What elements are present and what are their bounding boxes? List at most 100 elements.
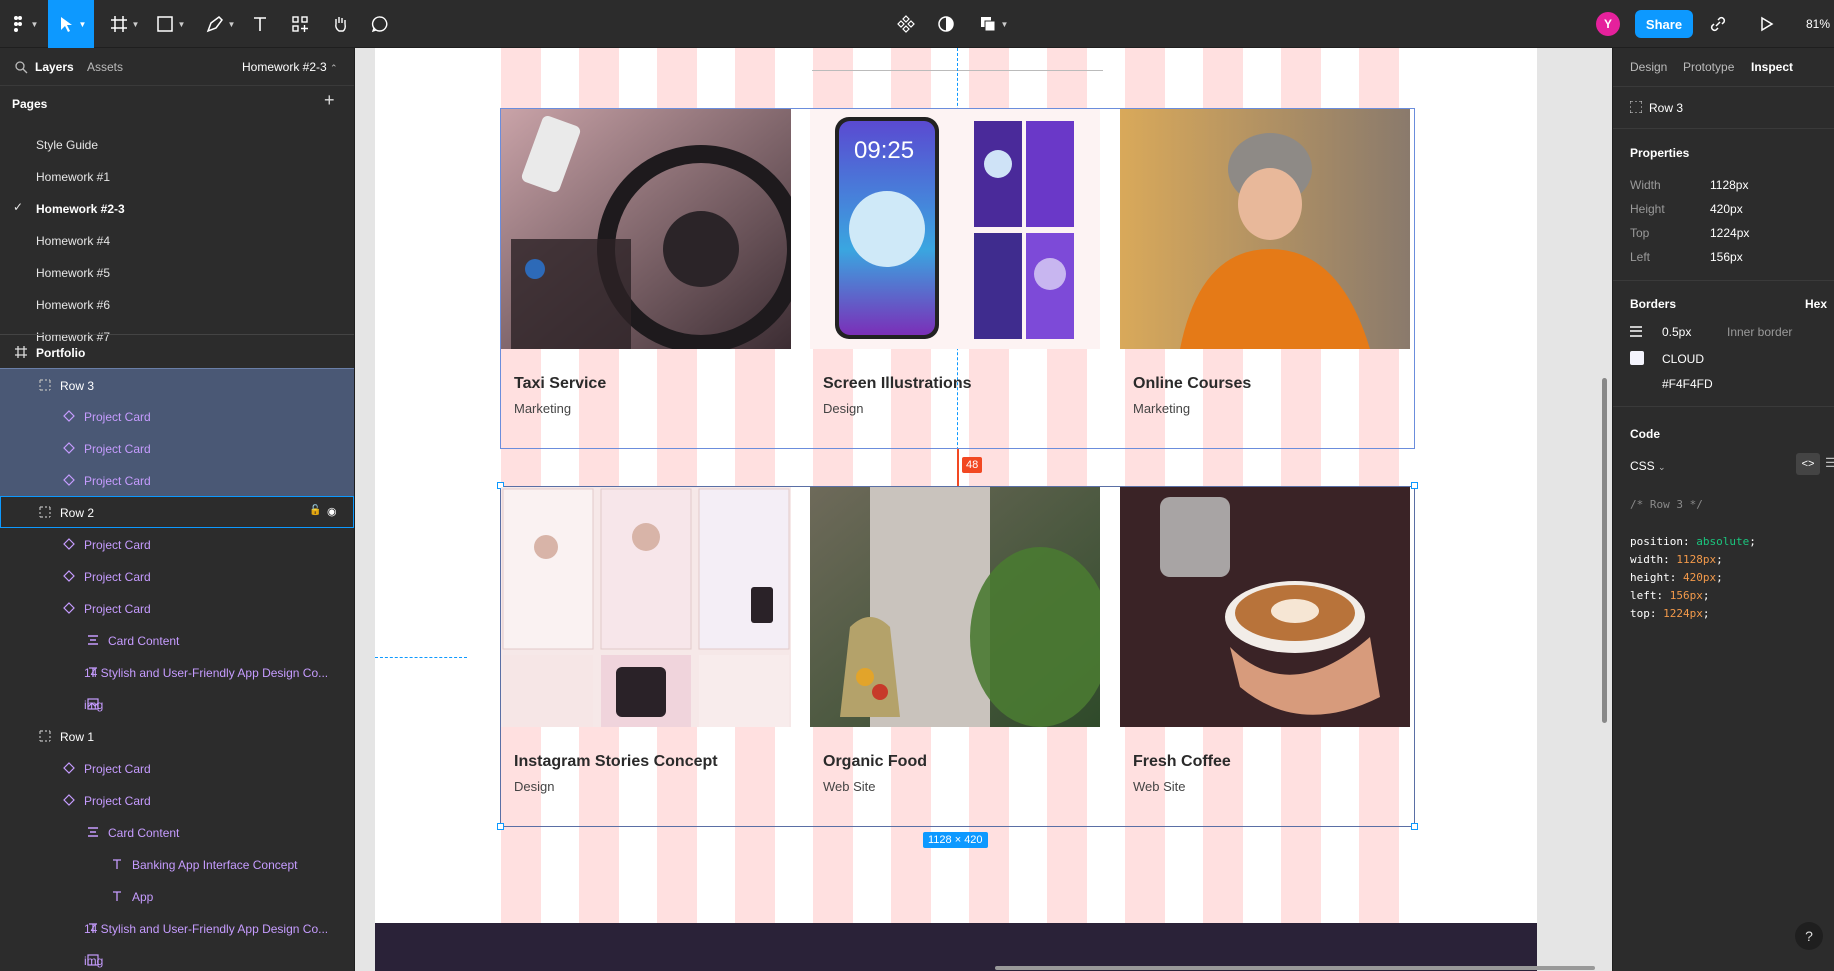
- layer-label: Card Content: [108, 826, 180, 840]
- hand-icon: [335, 17, 346, 32]
- code-prop: height:: [1630, 571, 1677, 584]
- share-button[interactable]: Share: [1635, 10, 1693, 38]
- boolean-button[interactable]: ▼: [976, 0, 1010, 48]
- page-item[interactable]: Homework #6: [0, 288, 354, 320]
- layer-rect[interactable]: img: [0, 944, 354, 971]
- tab-prototype[interactable]: Prototype: [1683, 60, 1734, 74]
- canvas[interactable]: Taxi Service Marketing 09:25 Screen Illu…: [355, 48, 1612, 971]
- online-courses-image: [1120, 109, 1410, 349]
- dashed-frame-icon: [39, 506, 51, 518]
- layer-component[interactable]: Project Card: [0, 752, 354, 784]
- tab-assets[interactable]: Assets: [87, 60, 123, 74]
- page-item[interactable]: Homework #5: [0, 256, 354, 288]
- card-title: Fresh Coffee: [1133, 753, 1231, 770]
- layer-label: img: [84, 698, 104, 712]
- layer-component[interactable]: Project Card: [0, 528, 354, 560]
- project-card[interactable]: Fresh Coffee Web Site: [1120, 487, 1410, 825]
- code-prop: width:: [1630, 553, 1670, 566]
- main-menu-button[interactable]: ▼: [6, 0, 40, 48]
- resources-button[interactable]: [286, 0, 314, 48]
- taxi-image: [501, 109, 791, 349]
- link-button[interactable]: [1704, 0, 1732, 48]
- layer-text[interactable]: 14 Stylish and User-Friendly App Design …: [0, 656, 354, 688]
- color-format-selector[interactable]: Hex: [1805, 297, 1827, 311]
- zoom-level[interactable]: 81%: [1806, 0, 1830, 48]
- tab-design[interactable]: Design: [1630, 60, 1667, 74]
- instance-icon: [63, 442, 75, 454]
- help-button[interactable]: ?: [1795, 922, 1823, 950]
- mask-button[interactable]: [932, 0, 960, 48]
- checkmark-icon: ✓: [13, 200, 24, 214]
- project-card[interactable]: Online Courses Marketing: [1120, 109, 1410, 447]
- layer-component[interactable]: Project Card: [0, 432, 354, 464]
- frame-icon: [110, 16, 127, 32]
- frame-tool-button[interactable]: ▼: [106, 0, 142, 48]
- canvas-vertical-scrollbar[interactable]: [1602, 378, 1607, 723]
- prop-value: 156px: [1710, 250, 1743, 264]
- resize-handle[interactable]: [1411, 482, 1418, 489]
- page-item[interactable]: Homework #4: [0, 224, 354, 256]
- prop-key: Height: [1630, 202, 1665, 216]
- layer-row[interactable]: Row 3: [0, 368, 354, 400]
- layer-image[interactable]: img: [0, 688, 354, 720]
- page-label: Homework #5: [36, 266, 111, 280]
- panel-divider: [1613, 128, 1834, 129]
- rectangle-icon: [156, 16, 173, 32]
- list-view-icon[interactable]: ☰: [1825, 455, 1834, 471]
- border-color-swatch[interactable]: [1630, 351, 1644, 365]
- layer-component[interactable]: Project Card: [0, 592, 354, 624]
- move-tool-button[interactable]: ▼: [48, 0, 94, 48]
- text-layer-icon: [113, 859, 121, 869]
- project-card[interactable]: Instagram Stories Concept Design: [501, 487, 791, 825]
- text-tool-button[interactable]: [246, 0, 274, 48]
- project-card[interactable]: 09:25 Screen Illustrations Design: [810, 109, 1100, 447]
- code-view-toggle[interactable]: <>: [1796, 453, 1820, 475]
- project-card[interactable]: Organic Food Web Site: [810, 487, 1100, 825]
- layer-component[interactable]: Project Card: [0, 464, 354, 496]
- hand-tool-button[interactable]: [326, 0, 354, 48]
- present-button[interactable]: [1752, 0, 1780, 48]
- layer-text[interactable]: Banking App Interface Concept: [0, 848, 354, 880]
- add-page-icon[interactable]: +: [324, 90, 335, 111]
- layers-assets-tabs: Layers Assets Homework #2-3 ⌃: [0, 48, 354, 86]
- text-layer-icon: [113, 891, 121, 901]
- layer-component[interactable]: Project Card: [0, 560, 354, 592]
- figma-logo-icon: [13, 16, 22, 32]
- code-language: CSS: [1630, 459, 1655, 473]
- size-badge: 1128 × 420: [923, 832, 988, 848]
- toolbar: ▼ ▼ ▼ ▼ ▼ ▼ Y Share 81%: [0, 0, 1834, 48]
- resize-handle[interactable]: [1411, 823, 1418, 830]
- layer-text[interactable]: App: [0, 880, 354, 912]
- pen-tool-button[interactable]: ▼: [202, 0, 238, 48]
- shape-tool-button[interactable]: ▼: [152, 0, 188, 48]
- layer-row[interactable]: Row 2 🔓 ◉: [0, 496, 354, 528]
- current-page-selector[interactable]: Homework #2-3 ⌃: [242, 60, 338, 74]
- tab-inspect[interactable]: Inspect: [1751, 60, 1793, 74]
- layer-component[interactable]: Project Card: [0, 400, 354, 432]
- panel-divider: [1613, 86, 1834, 87]
- footer-section: [375, 923, 1537, 971]
- canvas-horizontal-scrollbar[interactable]: [995, 966, 1595, 970]
- eye-icon[interactable]: ◉: [327, 505, 341, 519]
- layer-frame[interactable]: Portfolio: [0, 336, 354, 368]
- component-button[interactable]: [892, 0, 920, 48]
- lock-icon[interactable]: 🔓: [309, 505, 323, 519]
- page-item[interactable]: Style Guide: [0, 128, 354, 160]
- comment-tool-button[interactable]: [366, 0, 394, 48]
- layer-label: Project Card: [84, 794, 151, 808]
- layer-text[interactable]: 14 Stylish and User-Friendly App Design …: [0, 912, 354, 944]
- search-icon[interactable]: [14, 60, 28, 74]
- layer-autolayout[interactable]: Card Content: [0, 624, 354, 656]
- code-prop: top:: [1630, 607, 1657, 620]
- tab-layers[interactable]: Layers: [35, 60, 74, 74]
- layer-component[interactable]: Project Card: [0, 784, 354, 816]
- pages-title: Pages: [12, 97, 48, 111]
- project-card[interactable]: Taxi Service Marketing: [501, 109, 791, 447]
- layer-row[interactable]: Row 1: [0, 720, 354, 752]
- page-item[interactable]: ✓ Homework #2-3: [0, 192, 354, 224]
- code-language-selector[interactable]: CSS ⌄: [1630, 459, 1666, 473]
- page-item[interactable]: Homework #1: [0, 160, 354, 192]
- layer-label: Row 1: [60, 730, 95, 744]
- user-avatar[interactable]: Y: [1596, 12, 1620, 36]
- layer-autolayout[interactable]: Card Content: [0, 816, 354, 848]
